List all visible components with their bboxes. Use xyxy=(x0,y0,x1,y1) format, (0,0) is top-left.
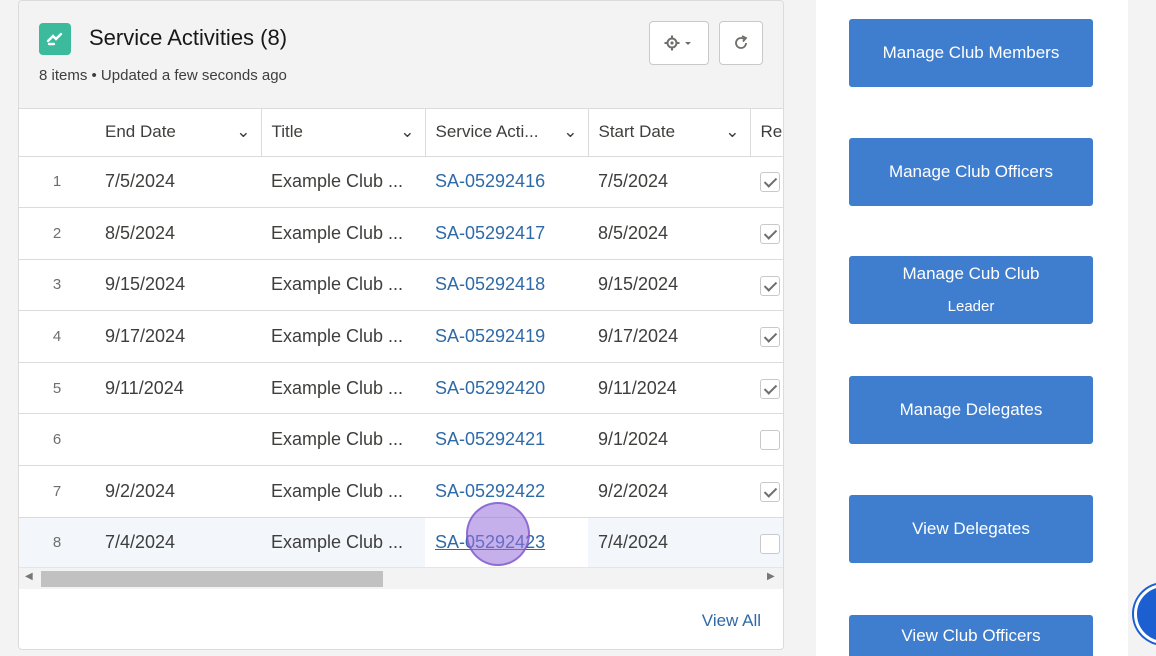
button-label-line-2: Leader xyxy=(947,298,995,316)
start-date-cell: 9/15/2024 xyxy=(588,259,750,312)
service-activities-card: Service Activities (8) 8 items • Updated… xyxy=(18,0,784,650)
checkbox[interactable] xyxy=(760,172,780,193)
horizontal-scrollbar[interactable]: ◀ ▶ xyxy=(19,567,783,589)
table-row: 1 7/5/2024 Example Club ... SA-05292416 … xyxy=(19,156,783,209)
help-icon[interactable] xyxy=(1134,584,1156,644)
end-date-cell xyxy=(95,413,261,467)
title-cell: Example Club ... xyxy=(261,517,425,570)
service-activity-link[interactable]: SA-05292421 xyxy=(425,413,588,467)
table-row: 5 9/11/2024 Example Club ... SA-05292420… xyxy=(19,362,783,415)
checkbox-cell xyxy=(750,413,783,467)
card-title: Service Activities (8) xyxy=(89,25,288,50)
start-date-cell: 9/2/2024 xyxy=(588,465,750,518)
table-row: 6 Example Club ... SA-05292421 9/1/2024 xyxy=(19,413,783,467)
row-number: 1 xyxy=(19,156,95,209)
table-row: 7 9/2/2024 Example Club ... SA-05292422 … xyxy=(19,465,783,518)
chevron-down-icon[interactable]: ⌄ xyxy=(563,122,577,142)
service-activity-link[interactable]: SA-05292417 xyxy=(425,207,588,260)
title-cell: Example Club ... xyxy=(261,207,425,260)
actions-panel: Manage Club Members Manage Club Officers… xyxy=(816,0,1128,656)
manage-delegates-button[interactable]: Manage Delegates xyxy=(849,376,1093,444)
table-header-row: End Date ⌄ Title ⌄ Service Acti... ⌄ Start … xyxy=(19,109,783,157)
column-header-end-date[interactable]: End Date ⌄ xyxy=(95,109,262,157)
row-number: 2 xyxy=(19,207,95,260)
checkbox[interactable] xyxy=(760,533,780,554)
button-label-line-1: Manage Cub Club xyxy=(902,264,1040,283)
card-header: Service Activities (8) 8 items • Updated… xyxy=(19,1,783,109)
gear-icon xyxy=(664,35,691,51)
checkbox-cell xyxy=(750,362,783,415)
scrollbar-thumb[interactable] xyxy=(41,571,383,587)
title-cell: Example Club ... xyxy=(261,413,425,467)
service-activity-link[interactable]: SA-05292420 xyxy=(425,362,588,415)
checkbox[interactable] xyxy=(760,378,780,399)
row-number: 6 xyxy=(19,413,95,467)
click-indicator xyxy=(466,502,530,566)
view-delegates-button[interactable]: View Delegates xyxy=(849,495,1093,563)
title-cell: Example Club ... xyxy=(261,362,425,415)
table-row: 3 9/15/2024 Example Club ... SA-05292418… xyxy=(19,259,783,312)
start-date-cell: 9/1/2024 xyxy=(588,413,750,467)
table-row: 2 8/5/2024 Example Club ... SA-05292417 … xyxy=(19,207,783,260)
end-date-cell: 9/17/2024 xyxy=(95,310,261,363)
row-number-header xyxy=(19,109,95,157)
end-date-cell: 9/11/2024 xyxy=(95,362,261,415)
column-header-re[interactable]: Re xyxy=(750,109,783,157)
checkbox[interactable] xyxy=(760,327,780,348)
refresh-icon xyxy=(735,35,748,49)
row-number: 3 xyxy=(19,259,95,312)
manage-club-officers-button[interactable]: Manage Club Officers xyxy=(849,138,1093,206)
start-date-cell: 7/4/2024 xyxy=(588,517,750,570)
view-all-link[interactable]: View All xyxy=(702,611,761,631)
view-club-officers-button[interactable]: View Club Officers xyxy=(849,615,1093,656)
column-header-service-activity[interactable]: Service Acti... ⌄ xyxy=(425,109,589,157)
start-date-cell: 7/5/2024 xyxy=(588,156,750,209)
scroll-right-icon[interactable]: ▶ xyxy=(767,571,775,582)
checkbox[interactable] xyxy=(760,224,780,245)
column-header-title[interactable]: Title ⌄ xyxy=(261,109,426,157)
service-activities-table: End Date ⌄ Title ⌄ Service Acti... ⌄ Start … xyxy=(19,109,783,570)
start-date-cell: 8/5/2024 xyxy=(588,207,750,260)
end-date-cell: 7/4/2024 xyxy=(95,517,261,570)
row-number: 4 xyxy=(19,310,95,363)
title-cell: Example Club ... xyxy=(261,310,425,363)
checkbox[interactable] xyxy=(760,430,780,451)
checkbox-cell xyxy=(750,259,783,312)
end-date-cell: 7/5/2024 xyxy=(95,156,261,209)
end-date-cell: 9/2/2024 xyxy=(95,465,261,518)
title-cell: Example Club ... xyxy=(261,156,425,209)
service-activity-link[interactable]: SA-05292419 xyxy=(425,310,588,363)
card-subtitle: 8 items • Updated a few seconds ago xyxy=(39,67,287,84)
service-activity-link[interactable]: SA-05292416 xyxy=(425,156,588,209)
end-date-cell: 8/5/2024 xyxy=(95,207,261,260)
checkbox-cell xyxy=(750,517,783,570)
checkbox-cell xyxy=(750,310,783,363)
row-number: 8 xyxy=(19,517,95,570)
table-row: 8 7/4/2024 Example Club ... SA-05292423 … xyxy=(19,517,783,570)
row-number: 7 xyxy=(19,465,95,518)
row-number: 5 xyxy=(19,362,95,415)
table-row: 4 9/17/2024 Example Club ... SA-05292419… xyxy=(19,310,783,363)
start-date-cell: 9/11/2024 xyxy=(588,362,750,415)
end-date-cell: 9/15/2024 xyxy=(95,259,261,312)
checkbox-cell xyxy=(750,465,783,518)
service-activity-icon xyxy=(39,23,71,55)
column-header-start-date[interactable]: Start Date ⌄ xyxy=(588,109,751,157)
start-date-cell: 9/17/2024 xyxy=(588,310,750,363)
checkbox[interactable] xyxy=(760,481,780,502)
scroll-left-icon[interactable]: ◀ xyxy=(25,571,33,582)
checkbox[interactable] xyxy=(760,275,780,296)
checkbox-cell xyxy=(750,207,783,260)
checkbox-cell xyxy=(750,156,783,209)
chevron-down-icon[interactable]: ⌄ xyxy=(725,122,739,142)
list-settings-button[interactable] xyxy=(649,21,709,65)
manage-club-members-button[interactable]: Manage Club Members xyxy=(849,19,1093,87)
chevron-down-icon[interactable]: ⌄ xyxy=(236,122,250,142)
refresh-button[interactable] xyxy=(719,21,763,65)
service-activity-link[interactable]: SA-05292418 xyxy=(425,259,588,312)
chevron-down-icon[interactable]: ⌄ xyxy=(400,122,414,142)
title-cell: Example Club ... xyxy=(261,259,425,312)
manage-club-leader-button[interactable]: Manage Cub Club Leader xyxy=(849,256,1093,324)
title-cell: Example Club ... xyxy=(261,465,425,518)
